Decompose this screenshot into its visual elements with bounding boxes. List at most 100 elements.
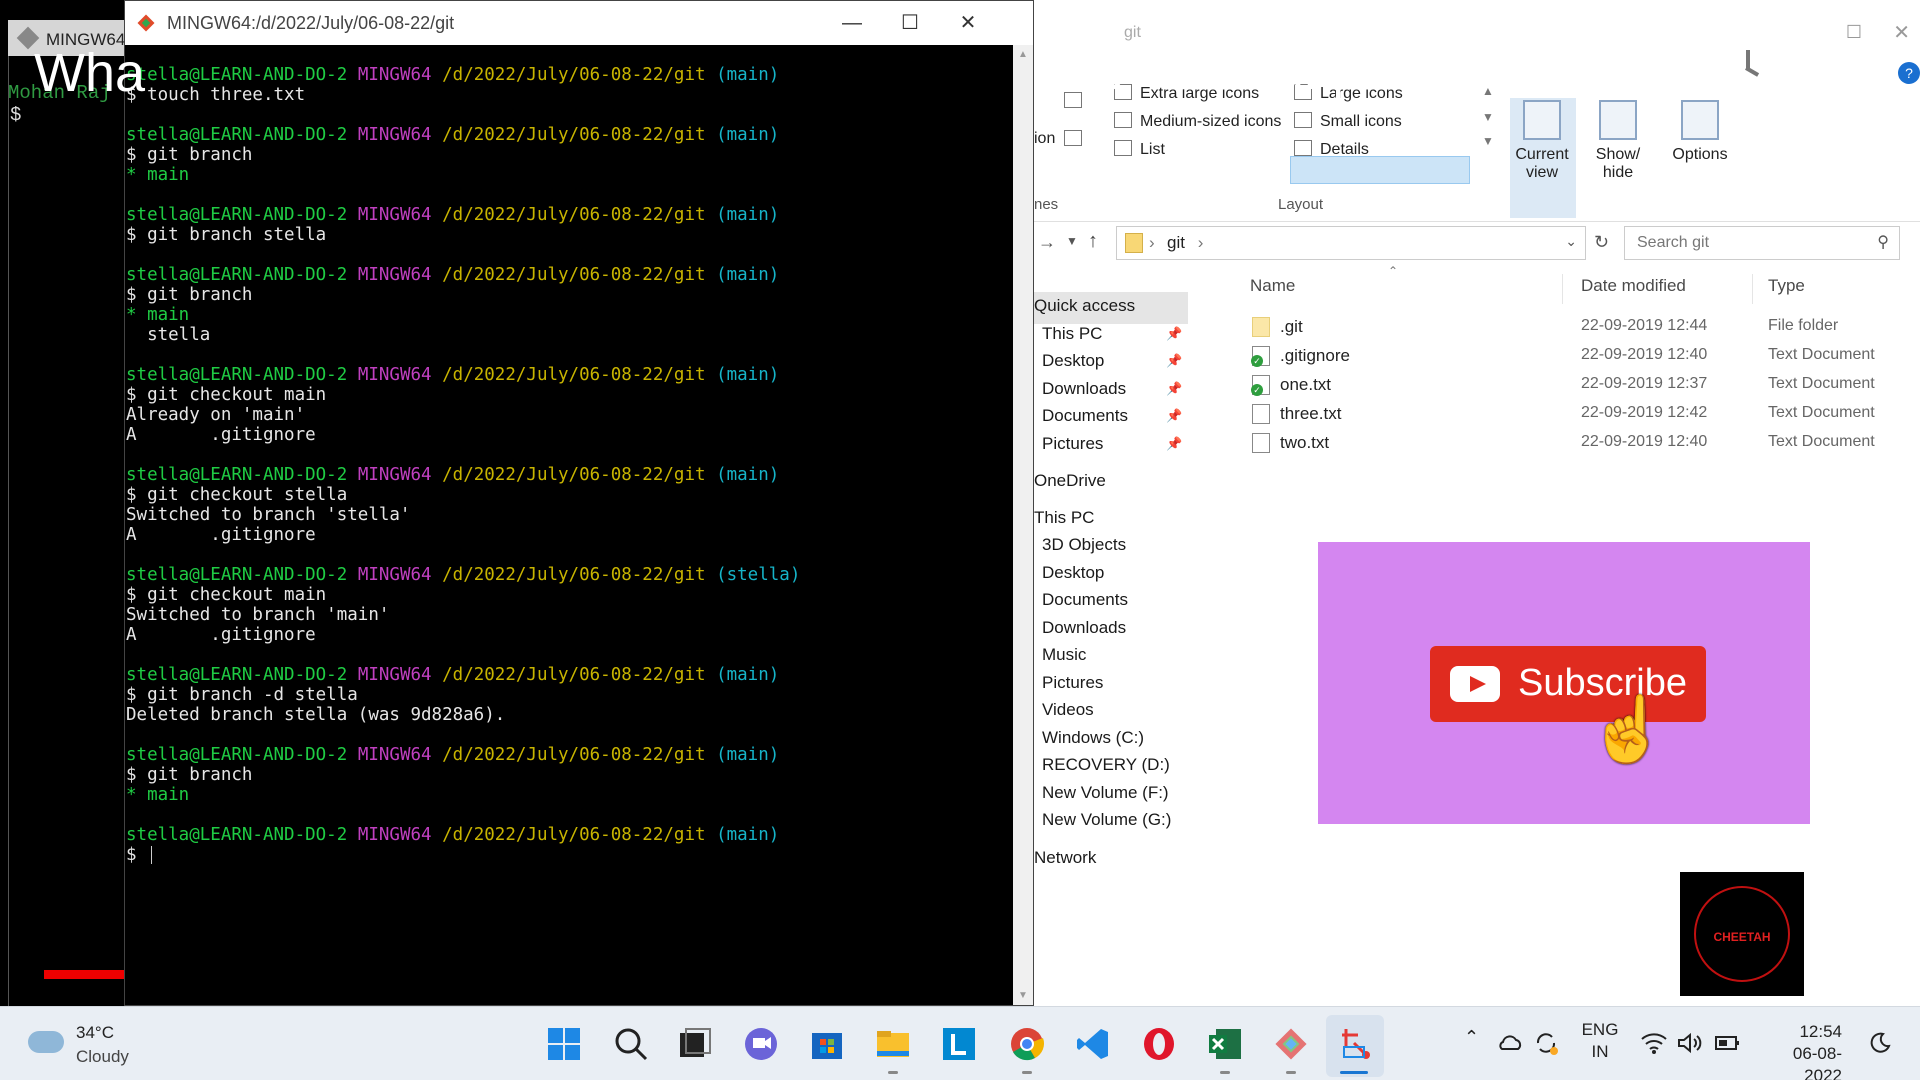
file-row[interactable]: two.txt 22-09-2019 12:40 Text Document <box>1210 430 1920 458</box>
git-bash-terminal-window[interactable]: MINGW64:/d/2022/July/06-08-22/git — ☐ ✕ … <box>124 0 1034 1006</box>
search-placeholder: Search git <box>1637 234 1710 251</box>
terminal-command-line: $ git branch <box>126 765 1015 785</box>
prompt-user: stella@LEARN-AND-DO-2 <box>126 565 348 585</box>
excel-icon[interactable] <box>1206 1025 1244 1063</box>
address-bar[interactable]: › git › ⌄ <box>1116 226 1586 260</box>
nav-item-onedrive[interactable]: OneDrive <box>1034 471 1106 491</box>
layout-medium-icons[interactable]: Medium-sized icons <box>1114 112 1281 131</box>
opera-icon[interactable] <box>1140 1025 1178 1063</box>
nav-item-new-volume-g[interactable]: New Volume (G:) <box>1042 810 1171 830</box>
search-input[interactable]: Search git ⚲ <box>1624 226 1900 260</box>
show-hidden-icons-chevron[interactable]: ⌃ <box>1464 1027 1479 1048</box>
microsoft-store-icon[interactable] <box>808 1025 846 1063</box>
layout-scroll-down-icon[interactable]: ▼ <box>1482 110 1494 124</box>
help-icon[interactable]: ? <box>1898 62 1920 84</box>
maximize-button[interactable]: ☐ <box>887 7 933 39</box>
pane-icon[interactable] <box>1064 92 1090 111</box>
file-row[interactable]: three.txt 22-09-2019 12:42 Text Document <box>1210 401 1920 429</box>
battery-icon[interactable] <box>1714 1033 1742 1053</box>
nav-item-downloads[interactable]: Downloads <box>1042 379 1126 399</box>
file-row[interactable]: .git 22-09-2019 12:44 File folder <box>1210 314 1920 342</box>
git-app-icon[interactable] <box>1272 1025 1310 1063</box>
watch-later-icon[interactable] <box>1720 38 1776 94</box>
current-view-button[interactable]: Current view <box>1512 100 1572 182</box>
layout-expand-icon[interactable]: ▼ <box>1482 134 1494 148</box>
recent-chevron-icon[interactable]: ▼ <box>1066 234 1078 248</box>
close-button[interactable]: ✕ <box>945 7 991 39</box>
nav-item-videos[interactable]: Videos <box>1042 700 1094 720</box>
nav-item-quick-access[interactable]: Quick access <box>1034 296 1135 316</box>
learning-app-icon[interactable] <box>940 1025 978 1063</box>
view-ribbon: ion nes Extra large icons Large icons Me… <box>1034 70 1920 222</box>
onedrive-icon[interactable] <box>1496 1029 1524 1057</box>
forward-arrow-icon[interactable]: → <box>1038 232 1056 253</box>
nav-item-desktop[interactable]: Desktop <box>1042 563 1104 583</box>
close-button[interactable]: ✕ <box>1893 20 1910 45</box>
file-row[interactable]: ✓ .gitignore 22-09-2019 12:40 Text Document <box>1210 343 1920 371</box>
column-date-modified[interactable]: Date modified <box>1581 276 1686 296</box>
chrome-icon[interactable] <box>1008 1025 1046 1063</box>
column-name[interactable]: Name <box>1250 276 1295 296</box>
windows-start-icon[interactable] <box>545 1025 583 1063</box>
refresh-icon[interactable]: ↻ <box>1594 232 1609 253</box>
search-icon[interactable] <box>612 1025 650 1063</box>
layout-list[interactable]: List <box>1114 140 1165 159</box>
nav-item-documents[interactable]: Documents <box>1042 590 1128 610</box>
volume-icon[interactable] <box>1676 1031 1704 1055</box>
teams-chat-icon[interactable] <box>742 1025 780 1063</box>
sync-icon[interactable] <box>1532 1029 1560 1057</box>
up-arrow-icon[interactable]: ↑ <box>1088 230 1098 253</box>
nav-item-recovery-d[interactable]: RECOVERY (D:) <box>1042 755 1170 775</box>
column-divider[interactable] <box>1752 274 1753 304</box>
language-indicator[interactable]: ENG IN <box>1580 1019 1620 1063</box>
prompt-user: stella@LEARN-AND-DO-2 <box>126 365 348 385</box>
terminal-scrollbar[interactable]: ▲ ▼ <box>1013 45 1033 1005</box>
nav-item-documents[interactable]: Documents <box>1042 406 1128 426</box>
nav-item-3d-objects[interactable]: 3D Objects <box>1042 535 1126 555</box>
nav-item-pictures[interactable]: Pictures <box>1042 434 1103 454</box>
nav-item-windows-c[interactable]: Windows (C:) <box>1042 728 1144 748</box>
layout-large-icons[interactable]: Large icons <box>1294 84 1403 103</box>
options-label: Options <box>1672 146 1728 163</box>
address-text[interactable]: git <box>1167 233 1185 252</box>
background-terminal-tab[interactable]: MINGW64 <box>8 20 140 56</box>
layout-extra-large-icons[interactable]: Extra large icons <box>1114 84 1259 103</box>
nav-item-desktop[interactable]: Desktop <box>1042 351 1104 371</box>
column-type[interactable]: Type <box>1768 276 1805 296</box>
wifi-icon[interactable] <box>1640 1031 1668 1055</box>
terminal-output-line: Deleted branch stella (was 9d828a6). <box>126 705 506 725</box>
nav-item-this-pc[interactable]: This PC <box>1042 324 1102 344</box>
file-explorer-window[interactable]: git ☐ ✕ ion nes Extra large icons Large … <box>1034 0 1920 1006</box>
youtube-play-icon <box>1450 666 1500 702</box>
snipping-tool-icon[interactable] <box>1336 1025 1374 1063</box>
show-hide-button[interactable]: Show/ hide <box>1588 100 1648 182</box>
scroll-up-icon[interactable]: ▲ <box>1018 49 1028 60</box>
file-row[interactable]: ✓ one.txt 22-09-2019 12:37 Text Document <box>1210 372 1920 400</box>
task-view-icon[interactable] <box>676 1025 714 1063</box>
options-button[interactable]: Options <box>1670 100 1730 164</box>
address-dropdown-icon[interactable]: ⌄ <box>1565 233 1577 250</box>
layout-scroll-up-icon[interactable]: ▲ <box>1482 84 1494 98</box>
layout-small-icons[interactable]: Small icons <box>1294 112 1402 131</box>
nav-item-new-volume-f[interactable]: New Volume (F:) <box>1042 783 1169 803</box>
file-explorer-icon[interactable] <box>874 1025 912 1063</box>
explorer-titlebar[interactable]: git ☐ ✕ <box>1034 0 1920 70</box>
layout-details[interactable]: Details <box>1294 140 1369 159</box>
vscode-icon[interactable] <box>1074 1025 1112 1063</box>
system-clock[interactable]: 12:54 06-08-2022 <box>1762 1021 1842 1080</box>
scroll-down-icon[interactable]: ▼ <box>1018 990 1028 1001</box>
nav-item-downloads[interactable]: Downloads <box>1042 618 1126 638</box>
terminal-output[interactable]: stella@LEARN-AND-DO-2 MINGW64 /d/2022/Ju… <box>125 45 1015 1005</box>
nav-item-this-pc[interactable]: This PC <box>1034 508 1094 528</box>
nav-item-pictures[interactable]: Pictures <box>1042 673 1103 693</box>
details-pane-icon[interactable] <box>1064 130 1090 149</box>
focus-assist-moon-icon[interactable] <box>1868 1031 1892 1055</box>
video-progress-bar[interactable] <box>44 970 124 979</box>
share-icon[interactable]: ➦ <box>1818 40 1862 100</box>
nav-item-music[interactable]: Music <box>1042 645 1086 665</box>
minimize-button[interactable]: — <box>829 7 875 39</box>
nav-item-network[interactable]: Network <box>1034 848 1096 868</box>
terminal-titlebar[interactable]: MINGW64:/d/2022/July/06-08-22/git — ☐ ✕ <box>125 1 1033 45</box>
column-divider[interactable] <box>1562 274 1563 304</box>
prompt-path: /d/2022/July/06-08-22/git <box>442 265 706 285</box>
